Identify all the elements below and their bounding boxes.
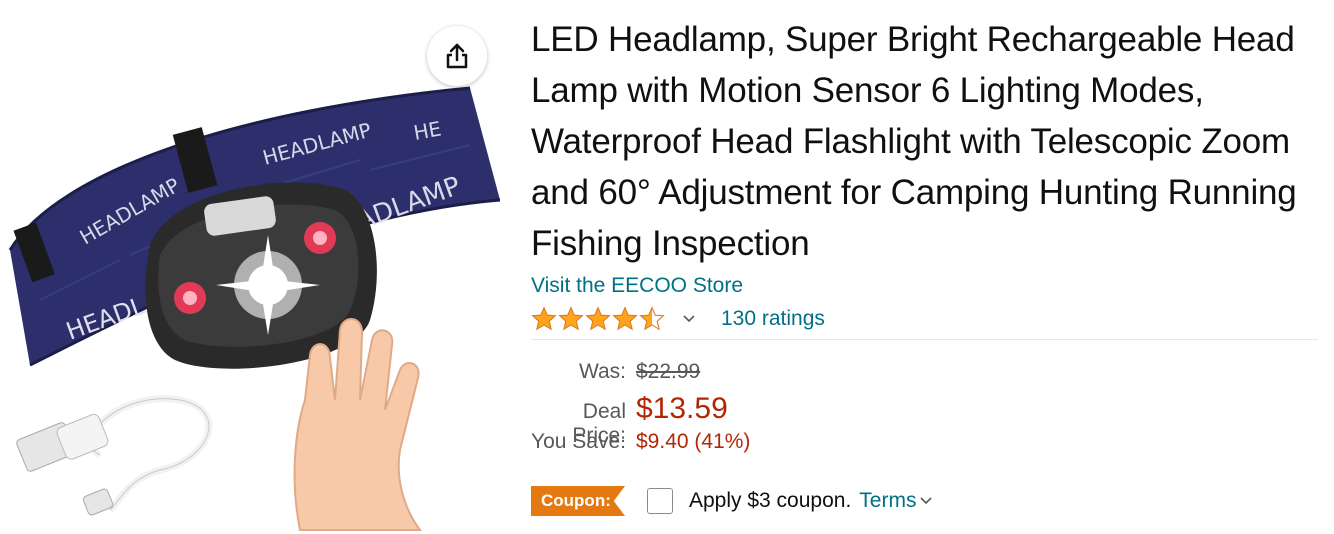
deal-price: $13.59: [636, 392, 728, 425]
terms-link[interactable]: Terms: [859, 489, 916, 513]
you-save-amount: $9.40 (41%): [636, 430, 751, 453]
product-image[interactable]: HEADLAMP HEADLAMP HEADL HE ADLAMP: [0, 60, 515, 534]
terms-dropdown[interactable]: [920, 493, 936, 509]
star-icon: [612, 306, 638, 331]
coupon-row: Coupon: Apply $3 coupon. Terms: [531, 486, 1321, 516]
was-label: Was:: [578, 360, 626, 383]
chevron-down-icon: [920, 497, 933, 505]
divider: [531, 339, 1318, 340]
coupon-badge: Coupon:: [531, 486, 625, 516]
store-link[interactable]: Visit the EECOO Store: [531, 273, 1321, 299]
coupon-checkbox[interactable]: [647, 488, 673, 514]
you-save-label: You Save:: [531, 430, 626, 453]
rating-row: 130 ratings: [531, 301, 1321, 337]
coupon-text: Apply $3 coupon.: [689, 489, 852, 512]
deal-price-row: Deal Price: $13.59: [531, 392, 1321, 447]
star-icon: [585, 306, 611, 331]
band-text: HE: [412, 116, 443, 144]
was-price-row: Was: $22.99: [531, 360, 1321, 392]
share-button[interactable]: [427, 26, 487, 86]
you-save-row: You Save: $9.40 (41%): [531, 430, 1321, 464]
star-icon: [558, 306, 584, 331]
was-price: $22.99: [636, 360, 701, 383]
rating-dropdown[interactable]: [679, 309, 699, 329]
star-half-icon: [639, 306, 665, 331]
product-title: LED Headlamp, Super Bright Rechargeable …: [531, 20, 1297, 263]
price-table: Was: $22.99 Deal Price: $13.59 You Save:…: [531, 360, 1321, 464]
share-icon: [446, 43, 468, 69]
chevron-down-icon: [683, 315, 695, 323]
product-image-block: HEADLAMP HEADLAMP HEADL HE ADLAMP: [0, 0, 515, 534]
ratings-count-link[interactable]: 130 ratings: [721, 307, 825, 331]
star-rating[interactable]: [531, 306, 665, 332]
star-icon: [531, 306, 557, 331]
product-info: LED Headlamp, Super Bright Rechargeable …: [531, 14, 1321, 516]
